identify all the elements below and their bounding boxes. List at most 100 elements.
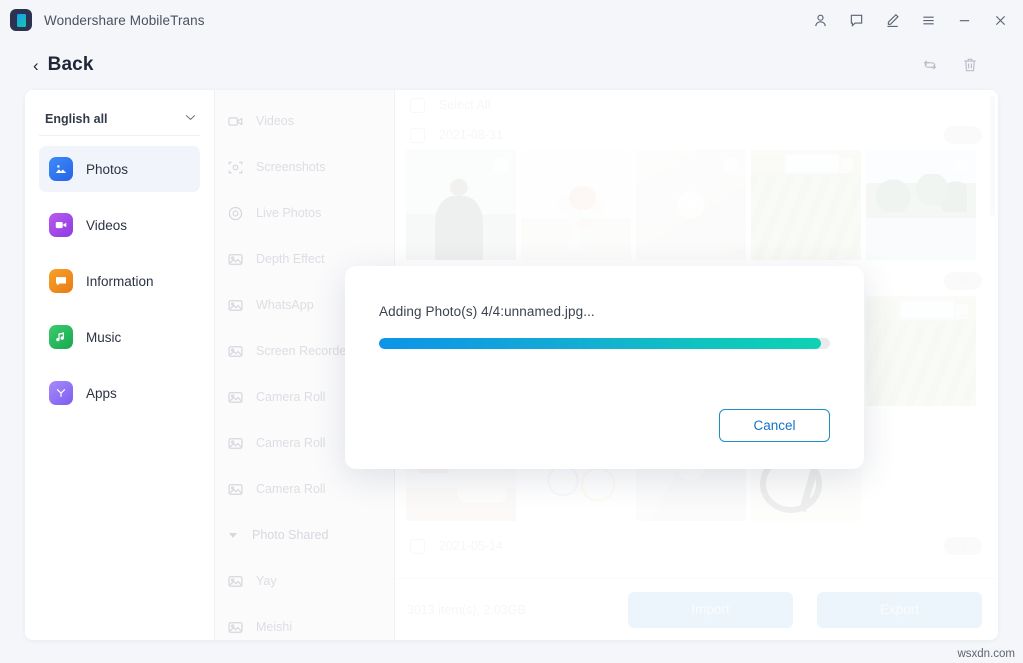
application-window: Wondershare MobileTrans ‹ Back English a… — [0, 0, 1023, 663]
thumb-checkbox[interactable] — [723, 158, 738, 173]
sidebar-item-photos[interactable]: Photos — [39, 146, 200, 192]
back-label: Back — [47, 54, 94, 75]
export-button[interactable]: Export — [817, 591, 982, 628]
category-label: Camera Roll — [256, 436, 326, 450]
progress-message: Adding Photo(s) 4/4:unnamed.jpg... — [379, 304, 595, 319]
date-group-header[interactable]: 2021-08-31 5 — [399, 120, 998, 150]
thumb-garden[interactable] — [751, 150, 861, 260]
thumb-flowers[interactable] — [521, 150, 631, 260]
thumbnail-row — [399, 150, 998, 260]
close-icon[interactable] — [985, 6, 1015, 34]
date-group-count: 3 — [944, 537, 982, 555]
thumb-checkbox[interactable] — [838, 158, 853, 173]
thumb-checkbox[interactable] — [953, 304, 968, 319]
photo-icon — [227, 573, 244, 590]
date-group-count: 5 — [944, 126, 982, 144]
date-group-header-bottom[interactable]: 2021-05-14 3 — [399, 531, 998, 561]
thumb-checkbox[interactable] — [953, 158, 968, 173]
sidebar-item-label: Photos — [86, 161, 129, 177]
chevron-left-icon: ‹ — [33, 55, 39, 75]
sidebar-item-label: Apps — [86, 385, 117, 401]
live-photo-icon — [227, 205, 244, 222]
back-button[interactable]: ‹ Back — [33, 54, 94, 76]
thumb-video-1[interactable] — [636, 150, 746, 260]
photo-icon — [227, 251, 244, 268]
progress-bar-fill — [379, 338, 821, 349]
vertical-scrollbar[interactable] — [990, 96, 995, 216]
photo-icon — [227, 297, 244, 314]
category-item-live-photos[interactable]: Live Photos — [215, 190, 394, 236]
play-icon[interactable] — [677, 191, 705, 219]
thumb-beach[interactable] — [866, 150, 976, 260]
category-item-camera-roll-3[interactable]: Camera Roll — [215, 466, 394, 512]
language-select-value: English all — [45, 111, 108, 126]
category-label: Camera Roll — [256, 482, 326, 496]
select-all-row[interactable]: Select All — [399, 90, 998, 120]
minimize-icon[interactable] — [949, 6, 979, 34]
category-label: Camera Roll — [256, 390, 326, 404]
title-bar: Wondershare MobileTrans — [0, 0, 1023, 40]
edit-pen-icon[interactable] — [877, 6, 907, 34]
category-label: WhatsApp — [256, 298, 314, 312]
sidebar-item-label: Videos — [86, 217, 128, 233]
sidebar-item-label: Music — [86, 329, 122, 345]
refresh-icon[interactable] — [921, 56, 939, 74]
screenshot-icon — [227, 159, 244, 176]
date-group-count: 9 — [944, 272, 982, 290]
information-icon — [49, 269, 73, 293]
category-label: Photo Shared — [252, 528, 329, 542]
category-item-yay[interactable]: Yay — [215, 558, 394, 604]
header-tools — [921, 56, 1023, 74]
mobiletrans-logo-icon — [10, 9, 32, 31]
select-all-checkbox[interactable] — [410, 97, 425, 113]
trash-icon[interactable] — [961, 56, 979, 74]
item-summary: 3013 item(s), 2.03GB — [407, 602, 526, 617]
watermark: wsxdn.com — [957, 648, 1015, 660]
sidebar-item-apps[interactable]: Apps — [39, 370, 200, 416]
photo-icon — [227, 343, 244, 360]
category-item-screenshots[interactable]: Screenshots — [215, 144, 394, 190]
chevron-down-icon — [185, 114, 196, 124]
window-controls — [805, 6, 1023, 34]
date-group-label: 2021-08-31 — [439, 128, 503, 142]
videos-icon — [49, 213, 73, 237]
sidebar: English all Photos Videos Information Mu… — [25, 90, 215, 640]
category-label: Screen Recorder — [256, 344, 351, 358]
category-item-videos[interactable]: Videos — [215, 98, 394, 144]
date-group-checkbox[interactable] — [410, 538, 425, 554]
language-select[interactable]: English all — [39, 102, 200, 136]
date-group-checkbox[interactable] — [410, 127, 425, 143]
thumb-garden-3[interactable] — [866, 296, 976, 406]
progress-dialog: Adding Photo(s) 4/4:unnamed.jpg... Cance… — [345, 266, 864, 469]
apps-icon — [49, 381, 73, 405]
category-item-meishi[interactable]: Meishi — [215, 604, 394, 640]
category-group-photo-shared[interactable]: Photo Shared — [215, 512, 394, 558]
thumb-checkbox[interactable] — [608, 158, 623, 173]
photo-icon — [227, 481, 244, 498]
progress-bar-track — [379, 338, 830, 349]
category-label: Yay — [256, 574, 277, 588]
photo-icon — [227, 389, 244, 406]
sidebar-item-music[interactable]: Music — [39, 314, 200, 360]
account-icon[interactable] — [805, 6, 835, 34]
action-bar: 3013 item(s), 2.03GB Import Export — [395, 578, 998, 640]
menu-icon[interactable] — [913, 6, 943, 34]
sidebar-item-videos[interactable]: Videos — [39, 202, 200, 248]
category-label: Meishi — [256, 620, 293, 634]
select-all-label: Select All — [439, 98, 491, 112]
sidebar-item-information[interactable]: Information — [39, 258, 200, 304]
app-title: Wondershare MobileTrans — [44, 12, 205, 28]
photos-icon — [49, 157, 73, 181]
thumb-checkbox[interactable] — [493, 158, 508, 173]
cancel-button[interactable]: Cancel — [719, 409, 830, 442]
dialog-actions: Cancel — [719, 409, 830, 442]
photo-icon — [227, 435, 244, 452]
category-label: Live Photos — [256, 206, 322, 220]
thumb-person[interactable] — [406, 150, 516, 260]
music-icon — [49, 325, 73, 349]
category-label: Screenshots — [256, 160, 326, 174]
feedback-icon[interactable] — [841, 6, 871, 34]
import-button[interactable]: Import — [628, 591, 793, 628]
category-label: Depth Effect — [256, 252, 325, 266]
sidebar-item-label: Information — [86, 273, 154, 289]
